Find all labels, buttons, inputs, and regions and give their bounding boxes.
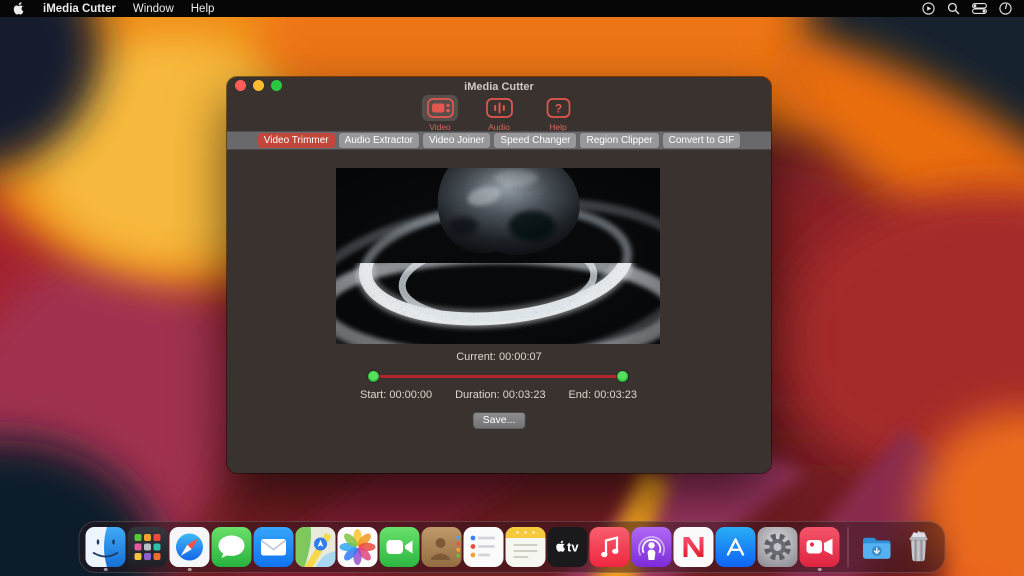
video-camera-icon xyxy=(422,95,458,121)
svg-text:?: ? xyxy=(554,102,561,116)
time-labels-row: Start: 00:00:00 Duration: 00:03:23 End: … xyxy=(360,389,637,401)
trim-range-slider[interactable] xyxy=(368,370,628,382)
running-indicator xyxy=(104,568,108,572)
toolbar-item-help[interactable]: ? Help xyxy=(536,95,580,132)
dock-item-notes[interactable] xyxy=(506,523,546,571)
tab-video-joiner[interactable]: Video Joiner xyxy=(423,133,490,148)
dock-separator xyxy=(848,527,849,567)
tab-speed-changer[interactable]: Speed Changer xyxy=(494,133,576,148)
dock-item-reminders[interactable] xyxy=(464,523,504,571)
dock-item-photos[interactable] xyxy=(338,523,378,571)
dock-item-trash[interactable] xyxy=(899,523,939,571)
dock-item-apple-tv[interactable]: tv xyxy=(548,523,588,571)
dock-item-podcasts[interactable] xyxy=(632,523,672,571)
dock-item-mail[interactable] xyxy=(254,523,294,571)
desktop: iMedia Cutter Window Help xyxy=(0,0,1024,576)
current-time-label: Current: 00:00:07 xyxy=(227,351,771,363)
duration-label: Duration: 00:03:23 xyxy=(455,389,546,401)
save-button[interactable]: Save... xyxy=(473,412,526,429)
slider-end-handle[interactable] xyxy=(617,371,628,382)
running-indicator xyxy=(188,568,192,572)
spotlight-search-icon[interactable] xyxy=(947,2,960,15)
dock-item-music[interactable] xyxy=(590,523,630,571)
apple-menu-icon[interactable] xyxy=(13,1,26,16)
slider-track[interactable] xyxy=(370,375,626,379)
tab-video-trimmer[interactable]: Video Trimmer xyxy=(258,133,335,148)
window-toolbar: Video Audio ? xyxy=(227,94,771,131)
dock-item-imedia-cutter[interactable] xyxy=(800,523,840,571)
video-preview xyxy=(336,168,660,344)
dock-item-system-settings[interactable] xyxy=(758,523,798,571)
dock-item-facetime[interactable] xyxy=(380,523,420,571)
menu-app-name[interactable]: iMedia Cutter xyxy=(43,3,116,15)
imedia-cutter-window: iMedia Cutter Video xyxy=(227,77,771,473)
play-circle-icon[interactable] xyxy=(922,2,935,15)
tab-convert-to-gif[interactable]: Convert to GIF xyxy=(663,133,741,148)
dock-item-launchpad[interactable] xyxy=(128,523,168,571)
control-center-icon[interactable] xyxy=(972,3,987,14)
trimmer-panel: Current: 00:00:07 Start: 00:00:00 Durati… xyxy=(227,150,771,473)
dock: tv xyxy=(79,521,946,573)
end-time-label: End: 00:03:23 xyxy=(568,389,637,401)
window-titlebar[interactable]: iMedia Cutter xyxy=(227,77,771,94)
toolbar-item-audio[interactable]: Audio xyxy=(477,95,521,132)
dock-item-maps[interactable] xyxy=(296,523,336,571)
dock-item-safari[interactable] xyxy=(170,523,210,571)
toolbar-item-video[interactable]: Video xyxy=(418,95,462,132)
question-mark-icon: ? xyxy=(540,95,576,121)
tab-region-clipper[interactable]: Region Clipper xyxy=(580,133,658,148)
menu-window[interactable]: Window xyxy=(133,3,174,15)
tab-strip: Video Trimmer Audio Extractor Video Join… xyxy=(227,131,771,150)
audio-speaker-icon xyxy=(481,95,517,121)
tab-audio-extractor[interactable]: Audio Extractor xyxy=(339,133,419,148)
dock-item-downloads-folder[interactable] xyxy=(857,523,897,571)
menu-bar: iMedia Cutter Window Help xyxy=(0,0,1024,17)
dock-item-finder[interactable] xyxy=(86,523,126,571)
start-time-label: Start: 00:00:00 xyxy=(360,389,432,401)
dock-item-news[interactable] xyxy=(674,523,714,571)
svg-text:tv: tv xyxy=(567,540,579,555)
dock-item-messages[interactable] xyxy=(212,523,252,571)
clock-icon[interactable] xyxy=(999,2,1012,15)
window-title: iMedia Cutter xyxy=(227,81,771,93)
dock-item-app-store[interactable] xyxy=(716,523,756,571)
slider-start-handle[interactable] xyxy=(368,371,379,382)
dock-item-contacts[interactable] xyxy=(422,523,462,571)
running-indicator xyxy=(818,568,822,572)
menu-help[interactable]: Help xyxy=(191,3,215,15)
